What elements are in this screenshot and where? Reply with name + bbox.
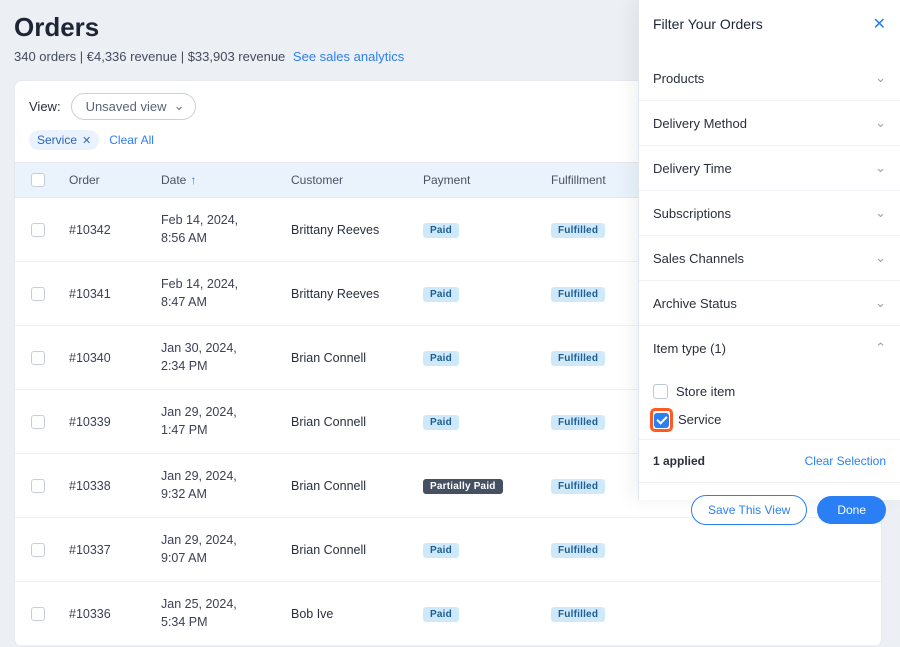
order-date: Jan 29, 2024,9:07 AM bbox=[161, 532, 291, 567]
order-date: Feb 14, 2024,8:47 AM bbox=[161, 276, 291, 311]
chevron-down-icon: ⌄ bbox=[875, 295, 886, 311]
row-checkbox[interactable] bbox=[31, 287, 45, 301]
close-icon[interactable]: ✕ bbox=[82, 134, 91, 147]
option-store-item[interactable]: Store item bbox=[653, 378, 886, 405]
fulfillment-badge: Fulfilled bbox=[551, 543, 605, 558]
fulfillment-badge: Fulfilled bbox=[551, 351, 605, 366]
filter-section-item-type[interactable]: Item type (1) ⌃ bbox=[639, 326, 900, 370]
order-number: #10337 bbox=[69, 543, 161, 557]
fulfillment-badge: Fulfilled bbox=[551, 607, 605, 622]
row-checkbox[interactable] bbox=[31, 543, 45, 557]
view-label: View: bbox=[29, 99, 61, 114]
filter-section-products[interactable]: Products ⌄ bbox=[639, 56, 900, 101]
filter-panel: Filter Your Orders ✕ Products ⌄ Delivery… bbox=[638, 0, 900, 500]
chevron-down-icon: ⌄ bbox=[174, 98, 185, 114]
order-date: Jan 30, 2024,2:34 PM bbox=[161, 340, 291, 375]
payment-badge: Paid bbox=[423, 543, 459, 558]
checkbox-icon[interactable] bbox=[653, 384, 668, 399]
row-checkbox[interactable] bbox=[31, 415, 45, 429]
option-label: Store item bbox=[676, 384, 735, 399]
order-number: #10338 bbox=[69, 479, 161, 493]
chevron-down-icon: ⌄ bbox=[875, 160, 886, 176]
col-customer[interactable]: Customer bbox=[291, 173, 423, 187]
payment-badge: Paid bbox=[423, 607, 459, 622]
order-date: Jan 25, 2024,5:34 PM bbox=[161, 596, 291, 631]
clear-selection-link[interactable]: Clear Selection bbox=[805, 454, 886, 468]
order-number: #10339 bbox=[69, 415, 161, 429]
col-date[interactable]: Date ↑ bbox=[161, 173, 291, 187]
row-checkbox[interactable] bbox=[31, 351, 45, 365]
payment-badge: Paid bbox=[423, 223, 459, 238]
filter-section-subscriptions[interactable]: Subscriptions ⌄ bbox=[639, 191, 900, 236]
order-date: Jan 29, 2024,9:32 AM bbox=[161, 468, 291, 503]
filter-section-delivery-method[interactable]: Delivery Method ⌄ bbox=[639, 101, 900, 146]
order-number: #10336 bbox=[69, 607, 161, 621]
row-checkbox[interactable] bbox=[31, 607, 45, 621]
customer-name: Brian Connell bbox=[291, 479, 423, 493]
row-checkbox[interactable] bbox=[31, 479, 45, 493]
filter-section-archive-status[interactable]: Archive Status ⌄ bbox=[639, 281, 900, 326]
col-order[interactable]: Order bbox=[69, 173, 161, 187]
filter-section-label: Products bbox=[653, 71, 704, 86]
filter-section-label: Sales Channels bbox=[653, 251, 744, 266]
close-icon[interactable]: ✕ bbox=[873, 14, 886, 34]
order-number: #10341 bbox=[69, 287, 161, 301]
filter-section-sales-channels[interactable]: Sales Channels ⌄ bbox=[639, 236, 900, 281]
col-payment[interactable]: Payment bbox=[423, 173, 551, 187]
chevron-down-icon: ⌄ bbox=[875, 250, 886, 266]
clear-all-link[interactable]: Clear All bbox=[109, 133, 154, 147]
table-row[interactable]: #10336Jan 25, 2024,5:34 PMBob IvePaid Ful… bbox=[15, 582, 881, 646]
payment-badge: Partially Paid bbox=[423, 479, 503, 494]
fulfillment-badge: Fulfilled bbox=[551, 287, 605, 302]
filter-section-label: Delivery Time bbox=[653, 161, 732, 176]
fulfillment-badge: Fulfilled bbox=[551, 479, 605, 494]
applied-count: 1 applied bbox=[653, 454, 705, 468]
view-select[interactable]: Unsaved view ⌄ bbox=[71, 93, 196, 120]
customer-name: Brittany Reeves bbox=[291, 223, 423, 237]
chevron-down-icon: ⌄ bbox=[875, 115, 886, 131]
chevron-down-icon: ⌄ bbox=[875, 205, 886, 221]
customer-name: Bob Ive bbox=[291, 607, 423, 621]
stats-text: 340 orders | €4,336 revenue | $33,903 re… bbox=[14, 49, 285, 64]
order-date: Feb 14, 2024,8:56 AM bbox=[161, 212, 291, 247]
order-number: #10342 bbox=[69, 223, 161, 237]
customer-name: Brian Connell bbox=[291, 543, 423, 557]
filter-chip-service[interactable]: Service ✕ bbox=[29, 130, 99, 150]
filter-panel-title: Filter Your Orders bbox=[653, 16, 763, 32]
customer-name: Brittany Reeves bbox=[291, 287, 423, 301]
order-number: #10340 bbox=[69, 351, 161, 365]
fulfillment-badge: Fulfilled bbox=[551, 415, 605, 430]
filter-section-label: Archive Status bbox=[653, 296, 737, 311]
fulfillment-badge: Fulfilled bbox=[551, 223, 605, 238]
filter-section-label: Subscriptions bbox=[653, 206, 731, 221]
customer-name: Brian Connell bbox=[291, 351, 423, 365]
sales-analytics-link[interactable]: See sales analytics bbox=[293, 49, 404, 64]
sort-asc-icon: ↑ bbox=[190, 173, 196, 187]
payment-badge: Paid bbox=[423, 351, 459, 366]
filter-section-delivery-time[interactable]: Delivery Time ⌄ bbox=[639, 146, 900, 191]
checkbox-checked-icon[interactable] bbox=[654, 413, 669, 428]
save-view-button[interactable]: Save This View bbox=[691, 495, 807, 525]
filter-section-label: Item type (1) bbox=[653, 341, 726, 356]
filter-section-label: Delivery Method bbox=[653, 116, 747, 131]
view-select-value: Unsaved view bbox=[86, 99, 167, 114]
select-all-checkbox[interactable] bbox=[31, 173, 45, 187]
chevron-up-icon: ⌃ bbox=[875, 340, 886, 356]
order-date: Jan 29, 2024,1:47 PM bbox=[161, 404, 291, 439]
option-label: Service bbox=[678, 412, 721, 427]
payment-badge: Paid bbox=[423, 287, 459, 302]
chevron-down-icon: ⌄ bbox=[875, 70, 886, 86]
row-checkbox[interactable] bbox=[31, 223, 45, 237]
chip-label: Service bbox=[37, 133, 77, 147]
col-date-label: Date bbox=[161, 173, 186, 187]
payment-badge: Paid bbox=[423, 415, 459, 430]
customer-name: Brian Connell bbox=[291, 415, 423, 429]
option-service[interactable]: Service bbox=[653, 405, 886, 435]
